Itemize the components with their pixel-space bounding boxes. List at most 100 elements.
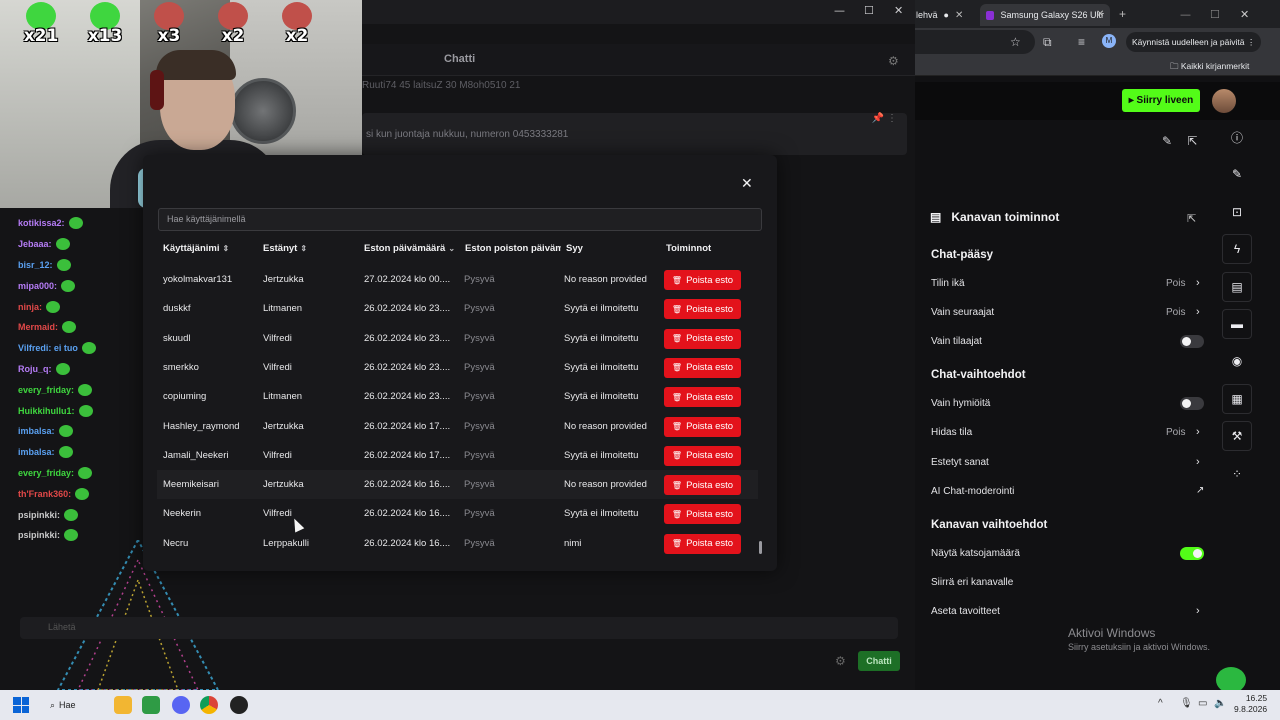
- external-link-icon[interactable]: ↗: [1196, 485, 1204, 496]
- broadcast-icon[interactable]: ◉: [1222, 346, 1252, 376]
- profile-avatar[interactable]: M: [1102, 34, 1116, 48]
- slow-mode-value: Pois: [1166, 427, 1186, 438]
- account-age-label[interactable]: Tilin ikä: [931, 278, 965, 289]
- chat-username[interactable]: bisr_12:: [18, 260, 53, 270]
- unban-button[interactable]: 🗑 Poista esto: [664, 533, 741, 554]
- chevron-right-icon[interactable]: ›: [1196, 456, 1200, 468]
- unban-button[interactable]: 🗑 Poista esto: [664, 328, 741, 349]
- microphone-icon[interactable]: 🎙: [1180, 698, 1193, 709]
- close-icon[interactable]: ✕: [894, 4, 903, 17]
- maximize-icon[interactable]: ☐: [864, 4, 874, 17]
- chat-username[interactable]: Roju_q:: [18, 364, 52, 374]
- taskbar-search[interactable]: ⌕ Hae: [50, 696, 106, 714]
- set-goals-label[interactable]: Aseta tavoitteet: [931, 606, 1000, 617]
- apps-icon[interactable]: ⁘: [1222, 459, 1252, 489]
- chat-username[interactable]: Jebaaa:: [18, 239, 52, 249]
- chat-username[interactable]: imbalsa:: [18, 426, 55, 436]
- file-explorer-icon[interactable]: [114, 696, 132, 714]
- target-icon[interactable]: ⊡: [1222, 197, 1252, 227]
- chat-username[interactable]: every_friday:: [18, 468, 74, 478]
- emote-icon: [78, 383, 93, 396]
- unban-button[interactable]: 🗑 Poista esto: [664, 270, 741, 290]
- show-viewers-toggle[interactable]: [1180, 547, 1204, 560]
- user-avatar[interactable]: [1212, 89, 1236, 113]
- chat-username[interactable]: mipa000:: [18, 281, 57, 291]
- chat-username[interactable]: th'Frank360:: [18, 489, 71, 499]
- wrench-icon[interactable]: ⚒: [1222, 421, 1252, 452]
- chat-send-button[interactable]: Chatti: [858, 651, 900, 671]
- unban-button[interactable]: 🗑 Poista esto: [664, 445, 741, 466]
- browser-tab[interactable]: lehvä ● ✕: [916, 4, 963, 26]
- pin-icon[interactable]: 📌 ⋮: [872, 113, 897, 124]
- emotes-only-toggle[interactable]: [1180, 397, 1204, 410]
- chat-username[interactable]: psipinkki:: [18, 510, 60, 520]
- tab-close-icon[interactable]: ✕: [1096, 9, 1104, 20]
- chevron-right-icon[interactable]: ›: [1196, 605, 1200, 617]
- pencil-icon[interactable]: ✎: [1222, 159, 1252, 189]
- unban-button[interactable]: 🗑 Poista esto: [664, 299, 741, 320]
- unban-button[interactable]: 🗑 Poista esto: [664, 416, 741, 437]
- go-live-button[interactable]: ▸ Siirry liveen: [1122, 89, 1200, 112]
- media-icon[interactable]: ≡: [1078, 35, 1085, 49]
- close-icon[interactable]: ✕: [741, 176, 753, 192]
- chat-gear-icon[interactable]: ⚙: [835, 654, 846, 668]
- chat-username[interactable]: imbalsa:: [18, 447, 55, 457]
- chat-username[interactable]: Mermaid:: [18, 322, 58, 332]
- all-bookmarks[interactable]: 🗀 Kaikki kirjanmerkit: [1170, 61, 1249, 75]
- discord-icon[interactable]: [172, 696, 190, 714]
- chat-settings-icon[interactable]: ⚙: [888, 54, 899, 68]
- table-scrollbar[interactable]: [759, 541, 762, 554]
- popout-icon[interactable]: ⇱: [1187, 212, 1196, 225]
- tab-close-icon[interactable]: ✕: [955, 10, 963, 21]
- chat-username[interactable]: Huikkihullu1:: [18, 406, 75, 416]
- chat-username[interactable]: psipinkki:: [18, 530, 60, 540]
- minimize-icon[interactable]: —: [1180, 8, 1191, 21]
- edit-icon[interactable]: ✎: [1162, 134, 1172, 148]
- update-button[interactable]: Käynnistä uudelleen ja päivitä ⋮: [1126, 32, 1262, 52]
- followers-only-label[interactable]: Vain seuraajat: [931, 307, 994, 318]
- layout-icon[interactable]: ▦: [1222, 383, 1252, 414]
- unban-button[interactable]: 🗑 Poista esto: [664, 475, 741, 496]
- lightning-icon[interactable]: ϟ: [1222, 234, 1252, 265]
- info-icon[interactable]: ⓘ: [1222, 122, 1252, 152]
- unban-button[interactable]: 🗑 Poista esto: [664, 387, 741, 408]
- extensions-icon[interactable]: ⧉: [1043, 35, 1052, 50]
- chevron-right-icon[interactable]: ›: [1196, 426, 1200, 438]
- chat-username[interactable]: Vilfredi: ei tuo: [18, 343, 78, 353]
- unban-button[interactable]: 🗑 Poista esto: [664, 357, 741, 378]
- maximize-icon[interactable]: ☐: [1210, 8, 1220, 21]
- ai-moderation-label[interactable]: AI Chat-moderointi: [931, 486, 1014, 497]
- kick-app-icon[interactable]: [142, 696, 160, 714]
- chat-username[interactable]: ninja:: [18, 302, 42, 312]
- chrome-icon[interactable]: [200, 696, 218, 714]
- chevron-right-icon[interactable]: ›: [1196, 277, 1200, 289]
- chat-username[interactable]: kotikissa2:: [18, 218, 65, 228]
- browser-tab-active[interactable]: Samsung Galaxy S26 Ultr: [980, 4, 1110, 26]
- chat-icon[interactable]: ▬: [1222, 308, 1252, 339]
- column-header-unban-date[interactable]: Eston poiston päivämäärä: [465, 243, 561, 254]
- unban-button[interactable]: 🗑 Poista esto: [664, 504, 741, 525]
- tray-chevron-icon[interactable]: ^: [1158, 698, 1163, 709]
- chat-input[interactable]: Lähetä: [20, 617, 898, 639]
- column-header-username[interactable]: Käyttäjänimi ⇕: [163, 243, 229, 254]
- network-icon[interactable]: ▭: [1198, 698, 1207, 709]
- blocked-words-label[interactable]: Estetyt sanat: [931, 457, 989, 468]
- username-search-input[interactable]: Hae käyttäjänimellä: [158, 208, 762, 231]
- obs-icon[interactable]: [230, 696, 248, 714]
- minimize-icon[interactable]: —: [834, 4, 845, 17]
- document-icon[interactable]: ▤: [1222, 271, 1252, 302]
- close-icon[interactable]: ✕: [1240, 8, 1249, 21]
- speaker-icon[interactable]: 🔈: [1214, 698, 1226, 709]
- bookmark-star-icon[interactable]: ☆: [1010, 35, 1021, 49]
- column-header-banned-by[interactable]: Estänyt ⇕: [263, 243, 307, 254]
- chat-username[interactable]: every_friday:: [18, 385, 74, 395]
- slow-mode-label[interactable]: Hidas tila: [931, 427, 972, 438]
- new-tab-icon[interactable]: +: [1119, 7, 1126, 21]
- windows-start-icon[interactable]: [13, 697, 29, 713]
- chevron-right-icon[interactable]: ›: [1196, 306, 1200, 318]
- move-channel-label[interactable]: Siirrä eri kanavalle: [931, 577, 1013, 588]
- taskbar-clock[interactable]: 16.25 9.8.2026: [1234, 693, 1267, 715]
- column-header-ban-date[interactable]: Eston päivämäärä ⌄: [364, 243, 455, 254]
- subs-only-toggle[interactable]: [1180, 335, 1204, 348]
- popout-icon[interactable]: ⇱: [1187, 134, 1197, 148]
